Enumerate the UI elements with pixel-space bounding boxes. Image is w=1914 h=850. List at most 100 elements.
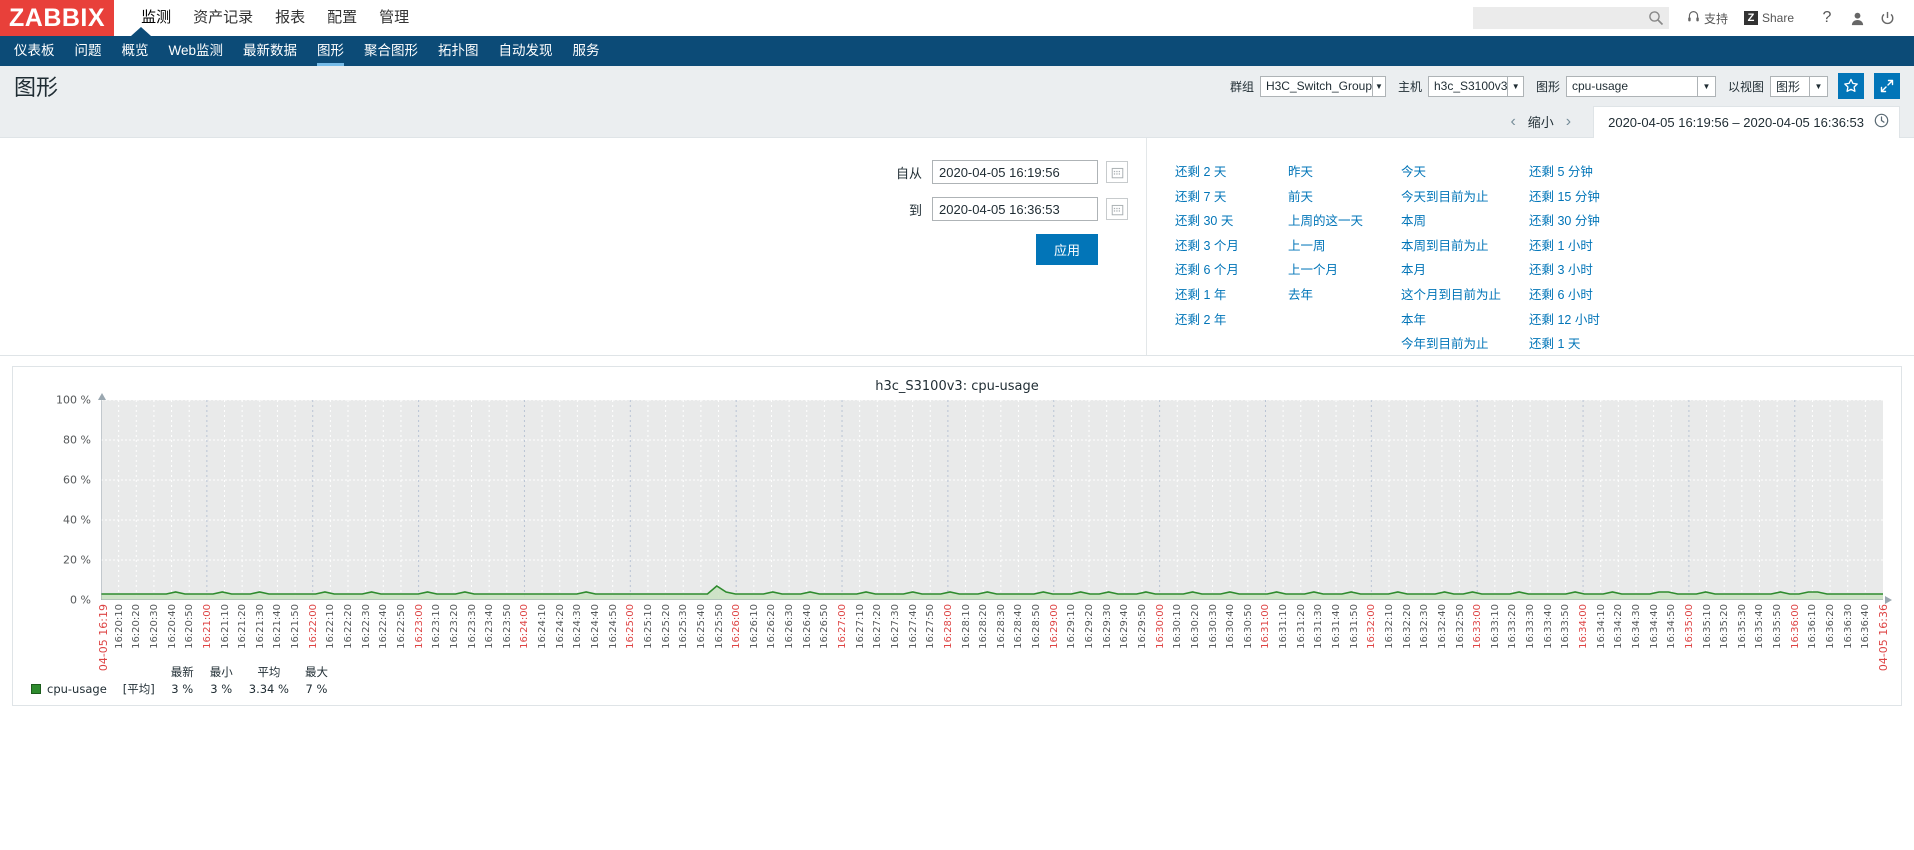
plot-area[interactable] — [100, 399, 1883, 601]
x-tick-16:35:00: 16:35:00 — [1683, 604, 1695, 649]
x-tick-16:30:50: 16:30:50 — [1242, 604, 1254, 649]
calendar-icon[interactable] — [1106, 161, 1128, 183]
quick-range-link-2-7[interactable]: 今年到目前为止 — [1401, 332, 1529, 357]
quick-range-link-0-1[interactable]: 还剩 7 天 — [1175, 185, 1288, 210]
quick-range-column-0: 还剩 2 天还剩 7 天还剩 30 天还剩 3 个月 还剩 6 个月 还剩 1 年还… — [1175, 160, 1288, 355]
chevron-left-icon[interactable]: ‹ — [1498, 113, 1527, 130]
main-menu-item-1[interactable]: 资产记录 — [182, 0, 264, 36]
main-menu-item-4[interactable]: 管理 — [368, 0, 420, 36]
quick-range-link-1-4[interactable]: 上一个月 — [1288, 258, 1401, 283]
sub-nav-item-3[interactable]: Web监测 — [159, 36, 234, 66]
power-icon[interactable] — [1874, 5, 1900, 31]
quick-range-link-2-0[interactable]: 今天 — [1401, 160, 1529, 185]
x-tick-16:36:30: 16:36:30 — [1842, 604, 1854, 649]
sub-nav-item-9[interactable]: 服务 — [563, 36, 610, 66]
sub-nav-item-2[interactable]: 概览 — [112, 36, 159, 66]
sub-nav-item-4[interactable]: 最新数据 — [233, 36, 307, 66]
sub-navigation: 仪表板 问题 概览 Web监测 最新数据 图形 聚合图形 拓扑图 自动发现 服务 — [0, 27, 1914, 66]
quick-range-link-3-7[interactable]: 还剩 1 天 — [1529, 332, 1657, 357]
search-icon[interactable] — [1648, 10, 1664, 26]
x-tick-16:33:00: 16:33:00 — [1472, 604, 1484, 649]
header-actions: 支持 Z Share ? — [1472, 0, 1914, 36]
view-as-select[interactable]: 图形 ▼ — [1770, 75, 1828, 97]
x-tick-16:32:40: 16:32:40 — [1436, 604, 1448, 649]
x-tick-16:29:20: 16:29:20 — [1084, 604, 1096, 649]
zabbix-logo[interactable]: ZABBIX — [0, 0, 115, 36]
main-menu-item-2[interactable]: 报表 — [264, 0, 316, 36]
from-input[interactable] — [932, 160, 1098, 184]
main-menu-item-3[interactable]: 配置 — [316, 0, 368, 36]
quick-range-link-3-0[interactable]: 还剩 5 分钟 — [1529, 160, 1657, 185]
to-input[interactable] — [932, 197, 1098, 221]
sub-nav-item-1[interactable]: 问题 — [65, 36, 112, 66]
quick-range-link-0-6[interactable]: 还剩 2 年 — [1175, 308, 1288, 333]
x-tick-16:31:10: 16:31:10 — [1278, 604, 1290, 649]
legend-header-3: 最大 — [304, 665, 328, 679]
x-tick-16:26:20: 16:26:20 — [766, 604, 778, 649]
quick-range-link-3-5[interactable]: 还剩 6 小时 — [1529, 283, 1657, 308]
to-field-row: 到 — [872, 197, 1128, 221]
x-tick-16:28:20: 16:28:20 — [978, 604, 990, 649]
x-tick-16:27:10: 16:27:10 — [854, 604, 866, 649]
sub-nav-item-6[interactable]: 聚合图形 — [354, 36, 428, 66]
x-tick-16:24:40: 16:24:40 — [590, 604, 602, 649]
quick-range-link-3-4[interactable]: 还剩 3 小时 — [1529, 258, 1657, 283]
x-tick-end: 04-05 16:36 — [1877, 604, 1890, 672]
quick-range-link-2-5[interactable]: 这个月到目前为止 — [1401, 283, 1529, 308]
x-tick-16:31:40: 16:31:40 — [1331, 604, 1343, 649]
x-tick-16:20:20: 16:20:20 — [131, 604, 143, 649]
y-tick-80: 80 % — [63, 433, 91, 447]
legend-header-row: 最新 最小 平均 最大 — [27, 664, 336, 681]
host-select[interactable]: h3c_S3100v3 ▼ — [1427, 75, 1524, 97]
quick-range-link-2-1[interactable]: 今天到目前为止 — [1401, 185, 1529, 210]
y-tick-20: 20 % — [63, 553, 91, 567]
quick-range-link-1-2[interactable]: 上周的这一天 — [1288, 209, 1401, 234]
graph-select[interactable]: cpu-usage ▼ — [1565, 75, 1716, 97]
sub-nav-item-7[interactable]: 拓扑图 — [428, 36, 489, 66]
x-tick-16:29:30: 16:29:30 — [1101, 604, 1113, 649]
support-link[interactable]: 支持 — [1687, 10, 1728, 27]
x-tick-16:27:50: 16:27:50 — [925, 604, 937, 649]
time-range-tab[interactable]: 2020-04-05 16:19:56 – 2020-04-05 16:36:5… — [1593, 105, 1900, 138]
quick-range-link-0-2[interactable]: 还剩 30 天 — [1175, 209, 1288, 234]
quick-range-link-3-1[interactable]: 还剩 15 分钟 — [1529, 185, 1657, 210]
quick-range-link-2-3[interactable]: 本周到目前为止 — [1401, 234, 1529, 259]
quick-range-link-2-4[interactable]: 本月 — [1401, 258, 1529, 283]
quick-range-link-1-5[interactable]: 去年 — [1288, 283, 1401, 308]
apply-button[interactable]: 应用 — [1035, 234, 1098, 265]
quick-range-link-0-0[interactable]: 还剩 2 天 — [1175, 160, 1288, 185]
share-link[interactable]: Z Share — [1743, 11, 1794, 25]
sub-nav-item-0[interactable]: 仪表板 — [4, 36, 65, 66]
quick-range-link-0-4[interactable]: 还剩 6 个月 — [1175, 258, 1288, 283]
sub-nav-item-8[interactable]: 自动发现 — [489, 36, 563, 66]
quick-range-link-0-3[interactable]: 还剩 3 个月 — [1175, 234, 1288, 259]
quick-range-link-1-1[interactable]: 前天 — [1288, 185, 1401, 210]
expand-icon[interactable] — [1874, 73, 1900, 99]
quick-range-link-1-0[interactable]: 昨天 — [1288, 160, 1401, 185]
quick-range-link-2-2[interactable]: 本周 — [1401, 209, 1529, 234]
user-icon[interactable] — [1844, 5, 1870, 31]
chevron-right-icon[interactable]: › — [1554, 113, 1583, 130]
x-tick-16:22:30: 16:22:30 — [360, 604, 372, 649]
star-icon[interactable] — [1838, 73, 1864, 99]
host-group-select[interactable]: H3C_Switch_Group ▼ — [1259, 75, 1386, 97]
quick-range-link-0-5[interactable]: 还剩 1 年 — [1175, 283, 1288, 308]
quick-range-link-2-6[interactable]: 本年 — [1401, 308, 1529, 333]
x-tick-16:33:10: 16:33:10 — [1489, 604, 1501, 649]
quick-range-link-3-6[interactable]: 还剩 12 小时 — [1529, 308, 1657, 333]
x-tick-16:33:50: 16:33:50 — [1560, 604, 1572, 649]
quick-range-link-3-2[interactable]: 还剩 30 分钟 — [1529, 209, 1657, 234]
y-tick-0: 0 % — [70, 593, 91, 607]
y-axis-labels: 0 % 20 % 40 % 60 % 80 % 100 % — [13, 394, 91, 607]
sub-nav-item-5[interactable]: 图形 — [307, 36, 354, 66]
x-tick-16:21:40: 16:21:40 — [272, 604, 284, 649]
search-input[interactable] — [1472, 7, 1669, 29]
x-tick-16:25:10: 16:25:10 — [642, 604, 654, 649]
calendar-icon[interactable] — [1106, 198, 1128, 220]
view-as-value: 图形 — [1776, 79, 1801, 94]
quick-range-link-1-3[interactable]: 上一周 — [1288, 234, 1401, 259]
quick-range-link-3-3[interactable]: 还剩 1 小时 — [1529, 234, 1657, 259]
zoom-out-button[interactable]: 缩小 — [1528, 112, 1554, 131]
x-tick-16:28:40: 16:28:40 — [1013, 604, 1025, 649]
question-mark-icon[interactable]: ? — [1814, 5, 1840, 31]
